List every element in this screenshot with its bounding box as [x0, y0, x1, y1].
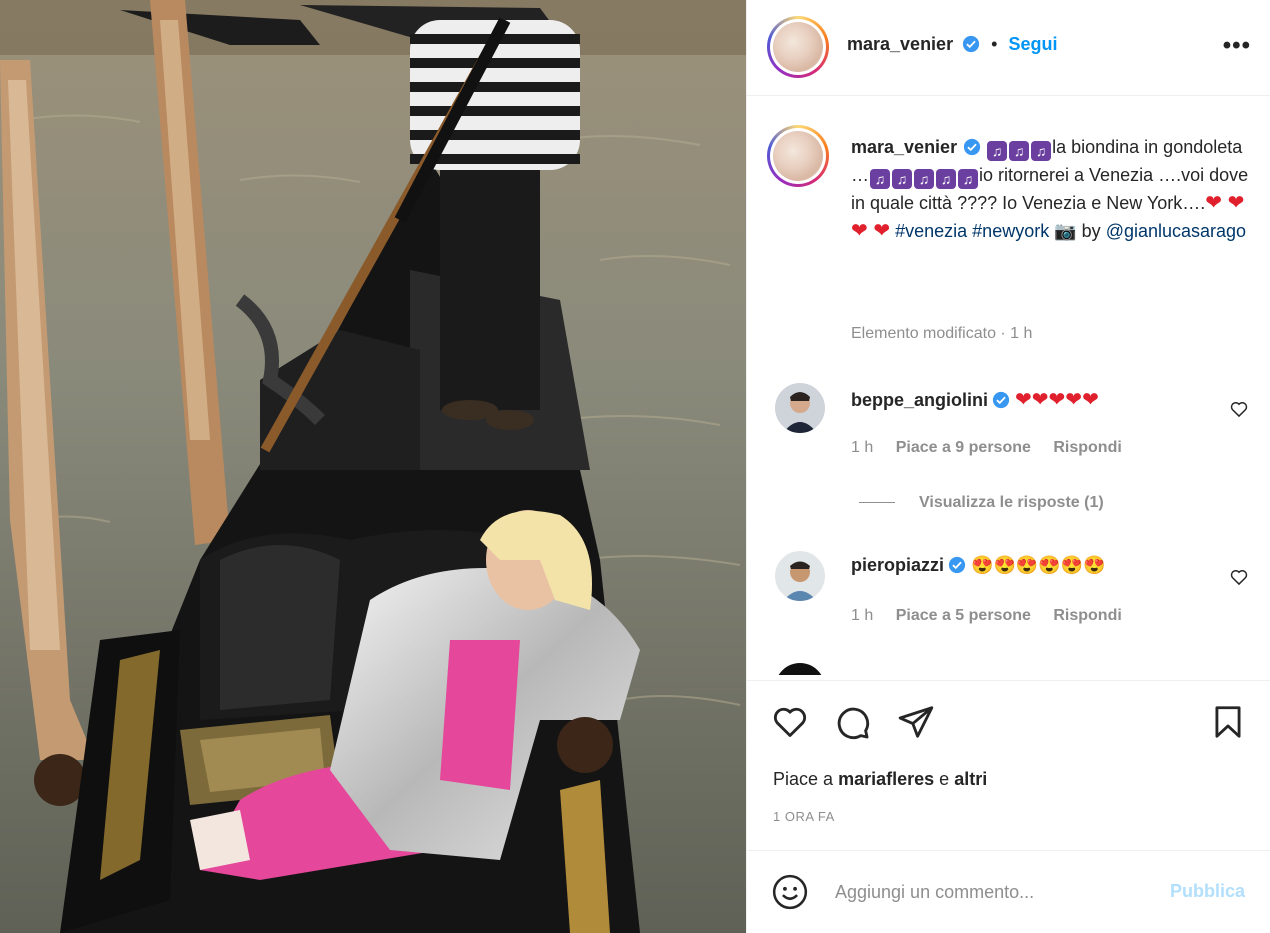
view-replies-label: Visualizza le risposte (1) — [919, 494, 1104, 511]
comment-time: 1 h — [851, 439, 874, 456]
verified-icon — [962, 35, 980, 53]
comments-list[interactable]: mara_venier ♫ ♫ ♫ la biondina in gondoleta … — [747, 97, 1270, 675]
header-user: mara_venier • Segui — [847, 34, 1057, 55]
mention-gianlucasarago[interactable]: @gianlucasarago — [1106, 221, 1246, 241]
caption-meta: Elemento modificato · 1 h — [851, 325, 1033, 342]
separator-dot: • — [991, 34, 998, 54]
music-emoji-icon: ♫ — [870, 169, 890, 189]
likes-conj: e — [939, 769, 950, 789]
comment-hearts: ❤❤❤❤❤ — [1015, 389, 1099, 411]
comment-heart-icon[interactable] — [1229, 567, 1249, 587]
likes-summary: Piace a mariafleres e altri — [773, 769, 987, 790]
likes-user[interactable]: mariafleres — [838, 769, 934, 789]
publish-button[interactable]: Pubblica — [1170, 881, 1245, 902]
emoji-icon[interactable] — [771, 873, 809, 911]
music-emoji-icon: ♫ — [892, 169, 912, 189]
comment-text: pieropiazzi 😍😍😍😍😍😍 — [851, 555, 1106, 576]
divider-line — [859, 502, 895, 504]
post-panel: mara_venier • Segui ••• mara_venier ♫ ♫ ♫ l… — [746, 0, 1270, 933]
post-header: mara_venier • Segui ••• — [747, 0, 1270, 96]
add-comment-bar: Pubblica — [747, 850, 1270, 933]
comment-meta: 1 h Piace a 5 persone Rispondi — [851, 607, 1140, 625]
heart-icon[interactable] — [771, 703, 809, 741]
commenter-username[interactable]: beppe_angiolini — [851, 390, 988, 410]
music-emoji-icon: ♫ — [958, 169, 978, 189]
caption-avatar[interactable] — [767, 125, 829, 187]
music-emoji-icon: ♫ — [1031, 141, 1052, 161]
music-emoji-icon: ♫ — [1009, 141, 1030, 161]
view-replies-button[interactable]: Visualizza le risposte (1) — [859, 494, 1104, 512]
author-username[interactable]: mara_venier — [847, 34, 953, 54]
gondola-photo — [0, 0, 746, 933]
follow-button[interactable]: Segui — [1008, 34, 1057, 54]
commenter-avatar[interactable] — [775, 383, 825, 433]
caption-part3: Io Venezia e New York…. — [1002, 193, 1206, 213]
action-bar: Piace a mariafleres e altri 1 ORA FA — [747, 680, 1270, 850]
commenter-avatar[interactable] — [775, 663, 825, 675]
hashtag-venezia[interactable]: #venezia — [895, 221, 967, 241]
commenter-username[interactable]: pieropiazzi — [851, 555, 944, 575]
verified-icon — [992, 391, 1010, 409]
likes-others[interactable]: altri — [954, 769, 987, 789]
reply-button[interactable]: Rispondi — [1053, 607, 1121, 624]
hashtag-newyork[interactable]: #newyork — [972, 221, 1049, 241]
reply-button[interactable]: Rispondi — [1053, 439, 1121, 456]
commenter-avatar[interactable] — [775, 551, 825, 601]
comment-likes[interactable]: Piace a 5 persone — [896, 607, 1031, 624]
likes-prefix: Piace a — [773, 769, 834, 789]
comment-icon[interactable] — [833, 703, 871, 741]
comment-emojis: 😍😍😍😍😍😍 — [971, 555, 1106, 575]
comment-time: 1 h — [851, 607, 874, 624]
comment-likes[interactable]: Piace a 9 persone — [896, 439, 1031, 456]
bookmark-icon[interactable] — [1209, 703, 1247, 741]
caption-by: by — [1081, 221, 1101, 241]
music-emoji-icon: ♫ — [936, 169, 956, 189]
camera-emoji-icon: 📷 — [1054, 221, 1077, 241]
comment-meta: 1 h Piace a 9 persone Rispondi — [851, 439, 1140, 457]
verified-icon — [948, 556, 966, 574]
caption-text: mara_venier ♫ ♫ ♫ la biondina in gondoleta … — [851, 133, 1251, 245]
post-timestamp[interactable]: 1 ORA FA — [773, 809, 835, 824]
comment-input[interactable] — [835, 877, 1135, 907]
author-avatar[interactable] — [767, 16, 829, 78]
caption-username[interactable]: mara_venier — [851, 137, 957, 157]
comment-heart-icon[interactable] — [1229, 399, 1249, 419]
verified-icon — [963, 138, 981, 156]
share-icon[interactable] — [897, 703, 935, 741]
music-emoji-icon: ♫ — [914, 169, 934, 189]
post-photo[interactable] — [0, 0, 746, 933]
music-emoji-icon: ♫ — [987, 141, 1008, 161]
more-icon[interactable]: ••• — [1223, 34, 1251, 58]
comment-text: beppe_angiolini ❤❤❤❤❤ — [851, 387, 1099, 412]
